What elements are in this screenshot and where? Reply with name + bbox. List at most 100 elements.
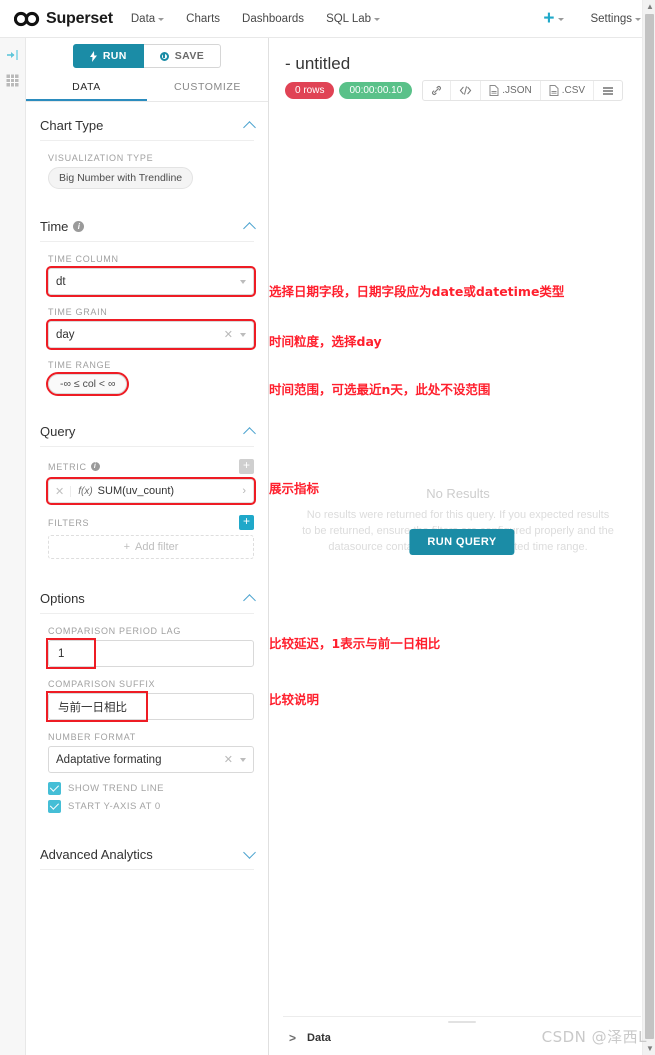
annotation-4: 比较延迟，1表示与前一日相比 — [269, 636, 441, 651]
filters-label-row: FILTERS + — [48, 515, 254, 530]
csv-export-label: .CSV — [561, 85, 586, 96]
page-scrollbar[interactable]: ▲ ▼ — [642, 0, 655, 1055]
save-button[interactable]: SAVE — [143, 44, 222, 68]
time-range-value[interactable]: -∞ ≤ col < ∞ — [45, 372, 130, 396]
chevron-down-icon — [374, 18, 381, 21]
metric-label: METRIC — [48, 461, 87, 472]
control-panel: RUN SAVE DATA CUSTOMIZE Chart Type VISUA… — [26, 38, 269, 1055]
nav-item-charts-label: Charts — [186, 12, 221, 25]
page-title[interactable]: - untitled — [285, 54, 641, 74]
chevron-down-icon — [243, 846, 256, 859]
nav-right-group: + Settings — [543, 9, 641, 28]
tab-data[interactable]: DATA — [26, 72, 147, 101]
time-grain-label: TIME GRAIN — [48, 307, 108, 317]
chevron-down-icon — [558, 18, 565, 21]
menu-icon[interactable] — [594, 81, 622, 100]
metric-item[interactable]: ✕ f(x) SUM(uv_count) › — [46, 477, 256, 505]
control-time-column: TIME COLUMN dt — [40, 242, 256, 297]
duration-badge: 00:00:00.10 — [339, 82, 413, 99]
export-tool-group: .JSON .CSV — [422, 80, 624, 101]
section-query[interactable]: Query — [40, 408, 256, 447]
annotation-5: 比较说明 — [269, 692, 320, 707]
scroll-up-arrow-icon[interactable]: ▲ — [646, 2, 654, 11]
annotation-3: 展示指标 — [269, 481, 320, 496]
tab-customize[interactable]: CUSTOMIZE — [147, 72, 268, 101]
clear-icon[interactable]: ✕ — [224, 753, 233, 766]
app-body: RUN SAVE DATA CUSTOMIZE Chart Type VISUA… — [0, 0, 655, 1055]
file-icon — [549, 85, 559, 96]
visualization-type-value[interactable]: Big Number with Trendline — [48, 167, 194, 189]
section-time[interactable]: Time i — [40, 203, 256, 242]
add-filter-button[interactable]: + — [239, 515, 254, 530]
nav-links: Data Charts Dashboards SQL Lab — [130, 12, 381, 25]
code-glyph-icon — [460, 86, 472, 95]
scroll-down-arrow-icon[interactable]: ▼ — [646, 1044, 654, 1053]
rows-badge: 0 rows — [285, 82, 335, 99]
info-icon[interactable]: i — [90, 462, 100, 471]
nav-item-sql-lab-label: SQL Lab — [326, 12, 372, 25]
panel-scroll-area[interactable]: Chart Type VISUALIZATION TYPE Big Number… — [26, 102, 268, 1055]
run-button[interactable]: RUN — [72, 44, 144, 68]
time-grain-select[interactable]: day ✕ — [46, 319, 256, 350]
brand-text: Superset — [46, 9, 113, 27]
add-metric-button[interactable]: + — [239, 459, 254, 474]
chevron-right-icon[interactable]: › — [235, 485, 253, 497]
remove-metric-icon[interactable]: ✕ — [49, 485, 70, 498]
chart-viewport: No Results No results were returned for … — [283, 101, 641, 1016]
nav-item-sql-lab[interactable]: SQL Lab — [326, 12, 381, 25]
chevron-down-icon — [240, 332, 246, 337]
chevron-up-icon — [243, 120, 256, 134]
annotation-2: 时间范围，可选最近n天，此处不设范围 — [269, 382, 491, 397]
superset-logo[interactable]: Superset — [14, 10, 113, 28]
control-visualization-type: VISUALIZATION TYPE Big Number with Trend… — [40, 141, 254, 189]
checkbox-icon[interactable] — [48, 782, 61, 795]
control-comparison-suffix: COMPARISON SUFFIX 与前一日相比 — [40, 667, 254, 722]
data-pane-label: Data — [307, 1032, 331, 1044]
nav-item-charts[interactable]: Charts — [186, 13, 220, 25]
chevron-up-icon — [243, 593, 256, 607]
scrollbar-thumb[interactable] — [645, 14, 654, 1039]
nav-item-dashboards[interactable]: Dashboards — [242, 13, 304, 25]
checkbox-start-y-axis-at-0[interactable]: START Y-AXIS AT 0 — [48, 800, 254, 813]
filters-label: FILTERS — [48, 517, 90, 528]
csv-export-button[interactable]: .CSV — [541, 81, 595, 100]
chevron-up-icon — [243, 221, 256, 235]
run-query-button[interactable]: RUN QUERY — [409, 529, 515, 555]
section-options[interactable]: Options — [40, 575, 256, 614]
hamburger-glyph-icon — [603, 86, 614, 95]
checkbox-icon[interactable] — [48, 800, 61, 813]
chevron-right-icon: > — [289, 1031, 297, 1045]
time-column-label: TIME COLUMN — [48, 254, 119, 264]
checkbox-show-trend-line[interactable]: SHOW TREND LINE — [48, 782, 254, 795]
section-chart-type[interactable]: Chart Type — [40, 102, 256, 141]
resize-handle[interactable] — [448, 1021, 476, 1023]
settings-label: Settings — [590, 12, 632, 25]
link-glyph-icon — [432, 86, 442, 95]
chevron-down-icon — [635, 18, 641, 21]
number-format-select[interactable]: Adaptative formating ✕ — [48, 746, 254, 773]
code-icon[interactable] — [451, 81, 482, 100]
save-circle-icon — [159, 51, 169, 61]
annotation-0: 选择日期字段，日期字段应为date或datetime类型 — [269, 284, 565, 299]
link-icon[interactable] — [423, 81, 452, 100]
add-filter-label: Add filter — [135, 541, 179, 553]
json-export-button[interactable]: .JSON — [481, 81, 541, 100]
nav-item-data-label: Data — [130, 12, 156, 25]
nav-item-dashboards-label: Dashboards — [242, 12, 305, 25]
section-advanced-analytics[interactable]: Advanced Analytics — [40, 831, 256, 870]
control-time-grain: TIME GRAIN day ✕ — [40, 295, 256, 350]
control-comparison-period-lag: COMPARISON PERIOD LAG 1 — [40, 614, 254, 669]
control-time-range: TIME RANGE -∞ ≤ col < ∞ — [40, 348, 254, 396]
metric-label-row: METRIC i + — [48, 459, 254, 474]
nav-item-data[interactable]: Data — [130, 12, 165, 25]
settings-menu[interactable]: Settings — [590, 13, 641, 25]
clear-icon[interactable]: ✕ — [224, 328, 233, 341]
expand-panel-icon[interactable] — [6, 48, 20, 62]
add-filter-dropzone[interactable]: + Add filter — [48, 535, 254, 559]
new-item-button[interactable]: + — [543, 9, 565, 28]
panel-action-bar: RUN SAVE — [26, 38, 268, 72]
table-icon[interactable] — [6, 74, 19, 87]
info-icon[interactable]: i — [73, 221, 85, 232]
time-range-label: TIME RANGE — [48, 360, 112, 370]
time-column-select[interactable]: dt — [46, 266, 256, 297]
